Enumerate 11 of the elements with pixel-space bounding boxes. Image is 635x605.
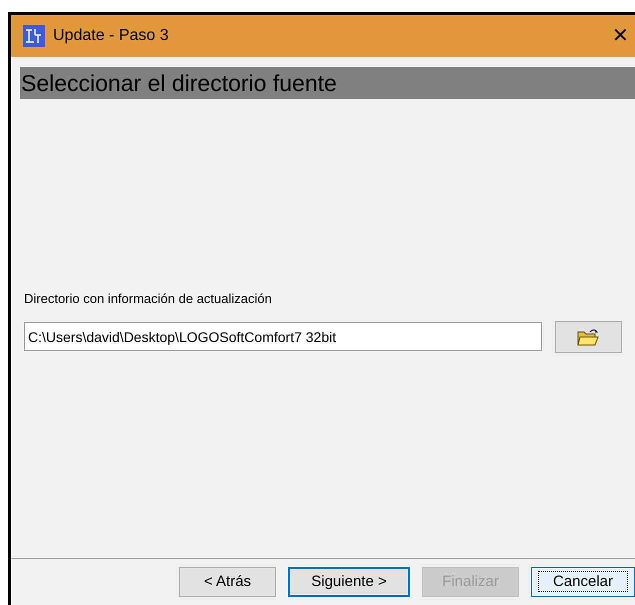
dialog-button[interactable]: < Atrás [179, 567, 276, 597]
close-button[interactable]: ✕ [608, 26, 633, 46]
folder-icon [577, 328, 600, 346]
dialog-button[interactable]: Siguiente > [288, 567, 410, 597]
app-icon [23, 25, 45, 47]
browse-button[interactable] [554, 320, 622, 352]
window-title: Update - Paso 3 [53, 26, 169, 46]
directory-label: Directorio con información de actualización [24, 290, 273, 308]
directory-field[interactable]: C:\Users\david\Desktop\LOGOSoftComfort7 32bit [24, 322, 542, 351]
dialog-button[interactable]: Cancelar [531, 567, 635, 597]
step-header: Seleccionar el directorio fuente [20, 67, 635, 99]
